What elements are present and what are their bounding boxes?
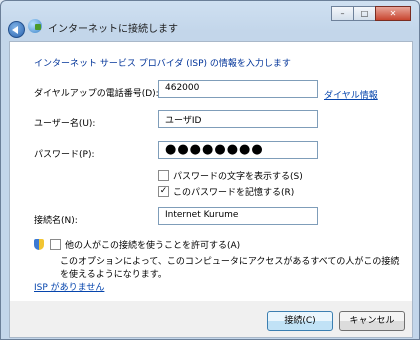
remember-password-label: このパスワードを記憶する(R) [173,188,295,198]
connection-name-label: 接続名(N): [34,216,78,226]
page-heading: インターネット サービス プロバイダ (ISP) の情報を入力します [34,59,291,69]
allow-others-checkbox[interactable] [50,239,61,250]
window-title: インターネットに接続します [48,24,178,35]
user-name-label: ユーザー名(U): [34,119,96,129]
show-password-checkbox[interactable] [158,170,169,181]
password-input[interactable]: ●●●●●●●● [158,141,318,159]
no-isp-link[interactable]: ISP がありません [34,280,104,293]
connect-button[interactable]: 接続(C) [267,311,333,331]
button-bar: 接続(C) キャンセル [9,301,413,338]
allow-others-note: このオプションによって、このコンピュータにアクセスがあるすべての人がこの接続を使… [60,257,400,280]
password-label: パスワード(P): [34,150,95,160]
connection-name-input[interactable]: Internet Kurume [158,207,318,225]
maximize-button[interactable]: □ [353,6,376,21]
form-panel: インターネット サービス プロバイダ (ISP) の情報を入力します ダイヤルア… [9,41,413,302]
show-password-row[interactable]: パスワードの文字を表示する(S) [158,169,303,182]
allow-others-label: 他の人がこの接続を使うことを許可する(A) [65,241,241,251]
dial-info-link[interactable]: ダイヤル情報 [324,88,378,101]
show-password-label: パスワードの文字を表示する(S) [173,172,303,182]
minimize-button[interactable]: – [331,6,354,21]
allow-others-row[interactable]: 他の人がこの接続を使うことを許可する(A) [34,238,240,251]
remember-password-row[interactable]: ✓ このパスワードを記憶する(R) [158,185,294,198]
uac-shield-icon [34,239,44,250]
user-name-input[interactable]: ユーザID [158,110,318,128]
phone-label: ダイヤルアップの電話番号(D): [34,89,159,99]
remember-password-checkbox[interactable]: ✓ [158,186,169,197]
dialog-window: インターネットに接続します – □ ✕ インターネット サービス プロバイダ (… [0,0,420,340]
cancel-button[interactable]: キャンセル [339,311,405,331]
phone-number-input[interactable]: 462000 [158,80,318,98]
back-arrow-icon[interactable] [8,21,25,38]
title-bar: インターネットに接続します – □ ✕ [1,1,419,39]
network-globe-icon [28,19,42,33]
window-controls: – □ ✕ [331,6,411,21]
close-button[interactable]: ✕ [375,6,411,21]
